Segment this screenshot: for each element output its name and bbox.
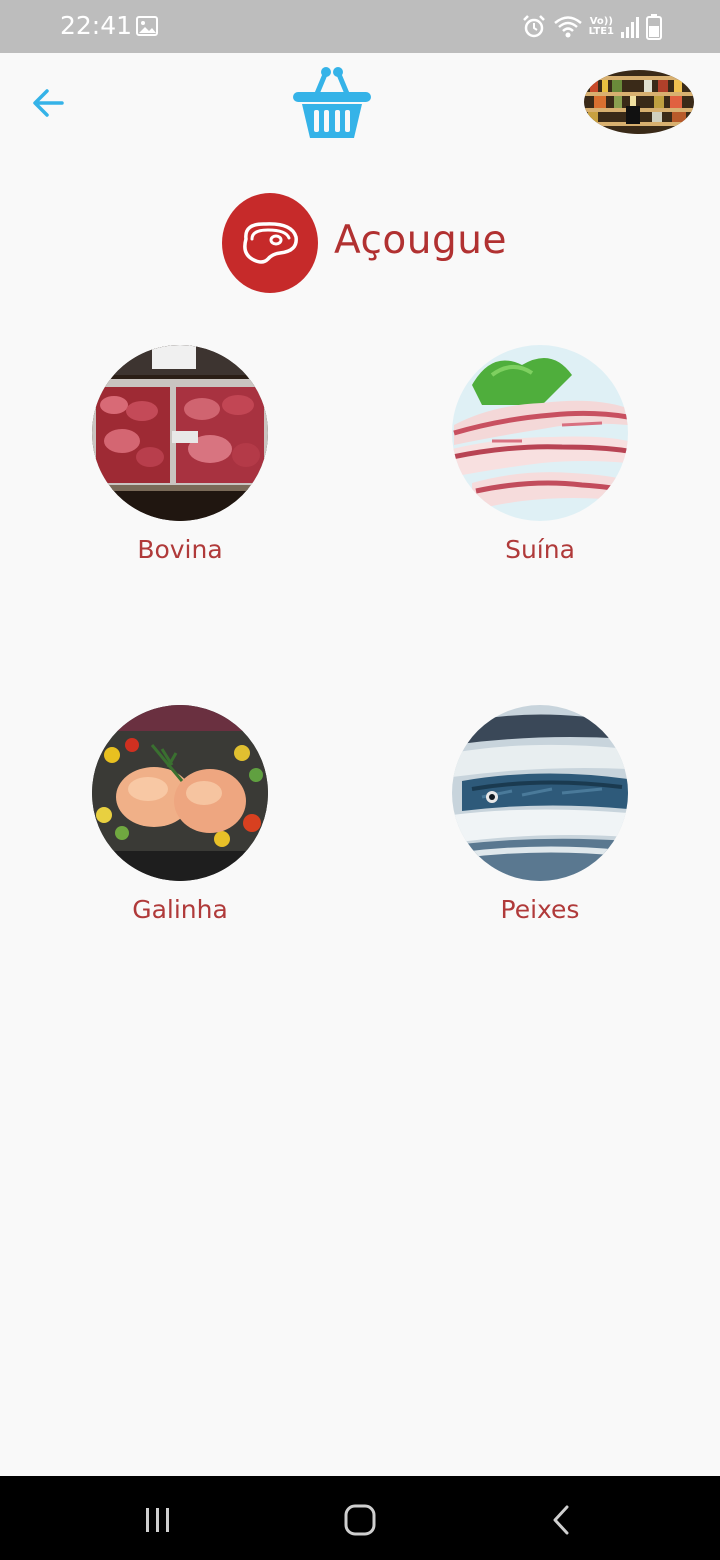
item-label: Bovina xyxy=(137,535,223,564)
volte-indicator: Vo)) LTE1 xyxy=(588,16,614,37)
store-shelves-image xyxy=(584,70,694,134)
item-label: Peixes xyxy=(500,895,580,924)
category-item-galinha[interactable]: Galinha xyxy=(50,705,310,945)
item-label: Suína xyxy=(505,535,575,564)
status-icons: Vo)) LTE1 xyxy=(521,12,662,42)
pork-belly-image xyxy=(452,345,628,521)
item-label: Galinha xyxy=(132,895,228,924)
system-nav-bar xyxy=(0,1476,720,1560)
battery-icon xyxy=(646,14,662,40)
gallery-icon xyxy=(136,16,158,36)
category-item-suina[interactable]: Suína xyxy=(410,345,670,585)
category-title: Açougue xyxy=(334,218,507,263)
category-badge xyxy=(222,193,318,293)
basket-icon xyxy=(293,67,371,138)
alarm-icon xyxy=(521,14,547,40)
status-bar: 22:41 Vo)) LTE1 xyxy=(0,0,720,53)
fish-image xyxy=(452,705,628,881)
steak-icon xyxy=(243,222,298,264)
beef-cuts-image xyxy=(92,345,268,521)
roast-chicken-image xyxy=(92,705,268,881)
store-thumbnail[interactable] xyxy=(584,70,694,134)
wifi-icon xyxy=(553,14,583,40)
category-item-bovina[interactable]: Bovina xyxy=(50,345,310,585)
category-item-peixes[interactable]: Peixes xyxy=(410,705,670,945)
status-time: 22:41 xyxy=(60,11,133,40)
home-icon xyxy=(344,1504,376,1536)
arrow-left-icon xyxy=(33,89,64,117)
recents-button[interactable] xyxy=(138,1500,178,1540)
basket-logo xyxy=(290,64,374,142)
back-button[interactable] xyxy=(28,82,70,124)
recents-icon xyxy=(146,1508,169,1532)
signal-icon xyxy=(620,15,640,39)
nav-back-button[interactable] xyxy=(542,1500,582,1540)
back-icon xyxy=(553,1505,569,1535)
home-button[interactable] xyxy=(340,1500,380,1540)
